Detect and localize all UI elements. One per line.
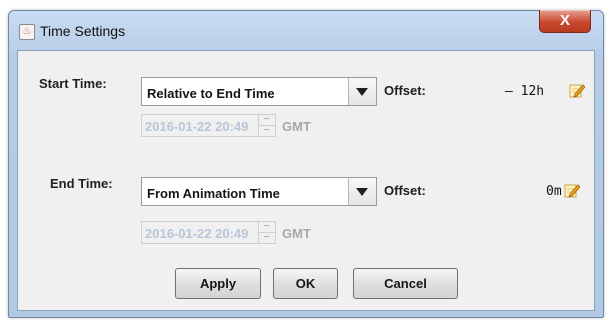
triangle-down-icon[interactable] <box>348 178 376 205</box>
end-offset-label: Offset: <box>384 183 426 198</box>
spin-down-icon <box>259 233 275 243</box>
title-bar[interactable]: ♨ Time Settings X <box>9 10 603 49</box>
close-icon: X <box>559 12 570 29</box>
start-date-spinner <box>258 115 275 136</box>
apply-button[interactable]: Apply <box>175 268 261 299</box>
end-date-value: 2016-01-22 20:49 <box>145 226 249 241</box>
time-settings-window: ♨ Time Settings X Start Time: Relative t… <box>8 10 604 318</box>
end-time-mode-value: From Animation Time <box>147 186 280 201</box>
end-time-label: End Time: <box>50 176 113 191</box>
java-app-icon: ♨ <box>19 24 35 40</box>
end-time-mode-select[interactable]: From Animation Time <box>141 177 377 206</box>
triangle-down-icon[interactable] <box>348 78 376 105</box>
end-date-spinner <box>258 222 275 243</box>
start-timezone-label: GMT <box>282 119 311 134</box>
pencil-edit-icon[interactable] <box>569 82 585 98</box>
start-offset-value: – 12h <box>505 84 545 99</box>
start-date-field: 2016-01-22 20:49 <box>141 114 276 137</box>
spin-down-icon <box>259 126 275 136</box>
start-offset-label: Offset: <box>384 83 426 98</box>
end-date-field: 2016-01-22 20:49 <box>141 221 276 244</box>
cancel-button[interactable]: Cancel <box>353 268 458 299</box>
window-title: Time Settings <box>40 23 126 39</box>
end-offset-value: 0m <box>546 184 562 199</box>
spin-up-icon <box>259 115 275 126</box>
start-date-value: 2016-01-22 20:49 <box>145 119 249 134</box>
end-timezone-label: GMT <box>282 226 311 241</box>
close-button[interactable]: X <box>539 10 591 33</box>
settings-panel: Start Time: Relative to End Time Offset:… <box>17 50 595 311</box>
spin-up-icon <box>259 222 275 233</box>
pencil-edit-icon[interactable] <box>564 182 580 198</box>
start-time-mode-value: Relative to End Time <box>147 86 275 101</box>
start-time-label: Start Time: <box>39 76 107 91</box>
ok-button[interactable]: OK <box>273 268 338 299</box>
start-time-mode-select[interactable]: Relative to End Time <box>141 77 377 106</box>
